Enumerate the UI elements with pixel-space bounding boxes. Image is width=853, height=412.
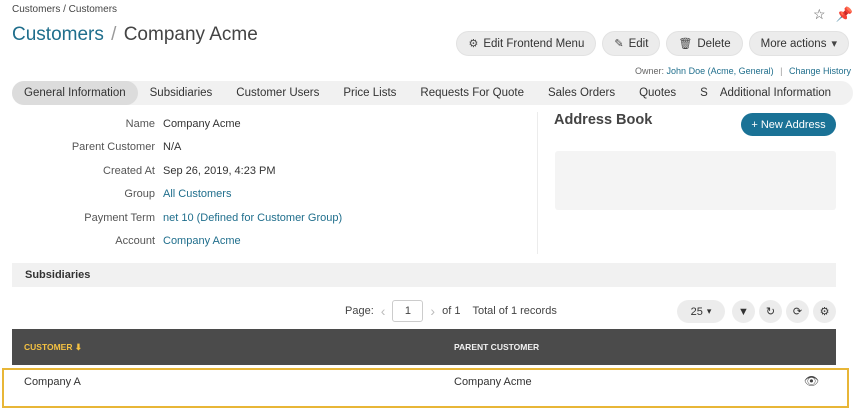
cell-customer: Company A bbox=[24, 376, 81, 388]
tab-additional-information[interactable]: Additional Information bbox=[708, 81, 843, 105]
edit-frontend-menu-label: Edit Frontend Menu bbox=[483, 37, 585, 50]
breadcrumb: Customers / Customers bbox=[12, 4, 118, 15]
trash-icon: 🗑 bbox=[678, 38, 693, 50]
tab-requests-for-quote[interactable]: Requests For Quote bbox=[408, 81, 536, 105]
info-row-account: Account Company Acme bbox=[12, 230, 522, 254]
column-header-parent-customer[interactable]: PARENT CUSTOMER bbox=[454, 342, 539, 352]
info-row-payment-term: Payment Term net 10 (Defined for Custome… bbox=[12, 206, 522, 230]
info-row-created-at: Created At Sep 26, 2019, 4:23 PM bbox=[12, 159, 522, 183]
column-divider bbox=[537, 112, 538, 254]
info-value: N/A bbox=[163, 141, 182, 154]
more-actions-label: More actions bbox=[760, 37, 827, 50]
group-link[interactable]: All Customers bbox=[163, 188, 231, 200]
filter-icon[interactable]: ▼ bbox=[732, 300, 755, 323]
action-buttons: ⚙ Edit Frontend Menu ✎ Edit 🗑 Delete Mor… bbox=[456, 31, 849, 56]
tab-quotes[interactable]: Quotes bbox=[627, 81, 688, 105]
tab-customer-users[interactable]: Customer Users bbox=[224, 81, 331, 105]
edit-button[interactable]: ✎ Edit bbox=[602, 31, 661, 56]
owner-label: Owner: bbox=[635, 66, 665, 76]
tab-subsidiaries[interactable]: Subsidiaries bbox=[138, 81, 225, 105]
info-label: Created At bbox=[103, 164, 155, 177]
info-label: Parent Customer bbox=[71, 141, 155, 154]
edit-label: Edit bbox=[628, 37, 649, 50]
edit-frontend-menu-button[interactable]: ⚙ Edit Frontend Menu bbox=[456, 31, 597, 56]
total-records: Total of 1 records bbox=[472, 305, 557, 317]
address-list-panel bbox=[555, 151, 836, 210]
pin-icon[interactable]: 📌 bbox=[836, 6, 853, 23]
star-icon[interactable]: ☆ bbox=[813, 6, 826, 23]
title-separator: / bbox=[111, 24, 117, 45]
info-row-name: Name Company Acme bbox=[12, 112, 522, 136]
page-count: of 1 bbox=[442, 305, 461, 317]
info-row-group: Group All Customers bbox=[12, 183, 522, 207]
general-info: Name Company Acme Parent Customer N/A Cr… bbox=[12, 112, 522, 253]
address-book-title: Address Book bbox=[554, 112, 653, 128]
tab-price-lists[interactable]: Price Lists bbox=[331, 81, 408, 105]
chevron-down-icon: ▾ bbox=[831, 38, 837, 50]
info-value: Sep 26, 2019, 4:23 PM bbox=[163, 164, 276, 177]
tab-bar: General Information Subsidiaries Custome… bbox=[12, 81, 853, 105]
next-page-icon[interactable]: › bbox=[430, 303, 435, 319]
new-address-button[interactable]: + New Address bbox=[741, 113, 836, 136]
info-label: Name bbox=[125, 117, 155, 130]
info-row-parent-customer: Parent Customer N/A bbox=[12, 136, 522, 160]
tab-truncated[interactable]: S bbox=[688, 81, 708, 105]
more-actions-button[interactable]: More actions ▾ bbox=[748, 31, 849, 56]
page-label: Page: bbox=[345, 305, 374, 317]
info-label: Account bbox=[115, 235, 155, 248]
eye-icon[interactable]: 👁 bbox=[804, 374, 819, 388]
change-history-link[interactable]: Change History bbox=[789, 66, 851, 76]
gear-icon: ⚙ bbox=[468, 38, 479, 50]
prev-page-icon[interactable]: ‹ bbox=[381, 303, 386, 319]
owner-link[interactable]: John Doe (Acme, General) bbox=[667, 66, 774, 76]
page-size-value: 25 bbox=[690, 305, 703, 318]
owner-line: Owner: John Doe (Acme, General) | Change… bbox=[635, 66, 851, 76]
table-row[interactable]: Company A Company Acme 👁 bbox=[2, 368, 849, 408]
info-value: Company Acme bbox=[163, 117, 241, 130]
page-title: Customers / Company Acme bbox=[12, 24, 258, 46]
sort-down-icon: ⬇ bbox=[74, 341, 82, 352]
edit-icon: ✎ bbox=[614, 38, 624, 50]
page-input[interactable]: 1 bbox=[392, 300, 424, 322]
title-link[interactable]: Customers bbox=[12, 24, 104, 45]
settings-icon[interactable]: ⚙ bbox=[813, 300, 836, 323]
owner-divider: | bbox=[780, 66, 783, 76]
title-name: Company Acme bbox=[123, 24, 258, 45]
cell-parent-customer: Company Acme bbox=[454, 376, 532, 388]
reset-icon[interactable]: ↻ bbox=[759, 300, 782, 323]
column-header-label: CUSTOMER bbox=[24, 341, 73, 352]
delete-button[interactable]: 🗑 Delete bbox=[666, 31, 743, 56]
pagination: Page: ‹ 1 › of 1 Total of 1 records bbox=[345, 300, 557, 322]
column-header-customer[interactable]: CUSTOMER ⬇ bbox=[24, 342, 82, 353]
refresh-icon[interactable]: ⟳ bbox=[786, 300, 809, 323]
info-label: Group bbox=[124, 188, 155, 201]
subsidiaries-section-header: Subsidiaries bbox=[12, 263, 836, 287]
tab-general-information[interactable]: General Information bbox=[12, 81, 138, 105]
tab-sales-orders[interactable]: Sales Orders bbox=[536, 81, 627, 105]
info-label: Payment Term bbox=[84, 211, 155, 224]
chevron-down-icon: ▾ bbox=[706, 306, 712, 316]
delete-label: Delete bbox=[697, 37, 731, 50]
top-icons: ☆ 📌 bbox=[813, 6, 853, 23]
table-header: CUSTOMER ⬇ PARENT CUSTOMER bbox=[12, 329, 836, 365]
page-size-select[interactable]: 25 ▾ bbox=[677, 300, 725, 323]
grid-toolbar: 25 ▾ ▼ ↻ ⟳ ⚙ bbox=[677, 300, 836, 323]
payment-term-link[interactable]: net 10 (Defined for Customer Group) bbox=[163, 212, 342, 224]
account-link[interactable]: Company Acme bbox=[163, 235, 241, 247]
